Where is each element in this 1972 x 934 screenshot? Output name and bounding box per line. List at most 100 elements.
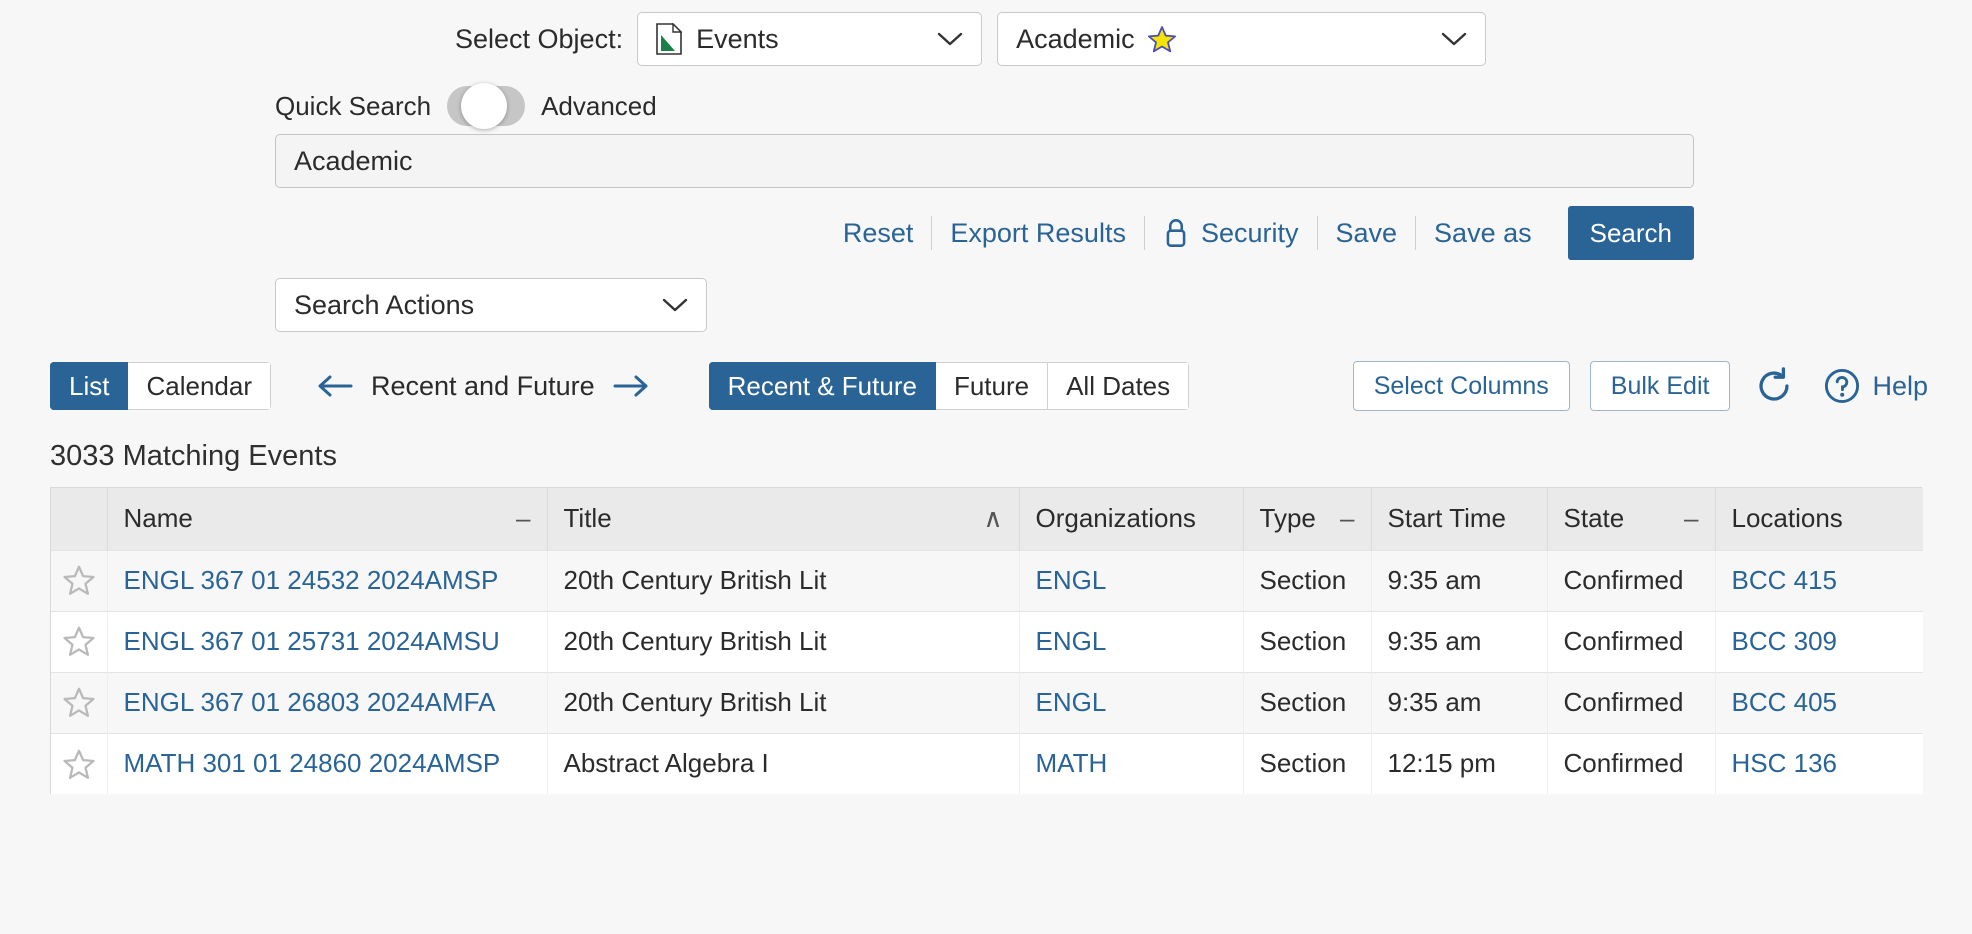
cell-star[interactable] — [51, 550, 107, 611]
refresh-icon[interactable] — [1754, 366, 1794, 406]
select-object-label: Select Object: — [455, 24, 623, 55]
col-label-title: Title — [564, 503, 612, 534]
search-input[interactable] — [275, 134, 1694, 188]
export-results-link[interactable]: Export Results — [932, 218, 1144, 249]
cell-locations: BCC 405 — [1715, 672, 1923, 733]
toolbar-right-tools: Select Columns Bulk Edit Help — [1333, 361, 1972, 411]
chevron-down-icon — [1441, 31, 1467, 47]
save-as-link[interactable]: Save as — [1416, 218, 1550, 249]
col-header-organizations[interactable]: Organizations — [1019, 488, 1243, 550]
event-name-link[interactable]: ENGL 367 01 26803 2024AMFA — [124, 687, 496, 717]
results-count: 3033 Matching Events — [0, 440, 1972, 473]
date-range-label: Recent and Future — [371, 371, 595, 402]
star-favorite-icon — [1147, 25, 1177, 54]
document-icon — [656, 23, 682, 55]
cell-star[interactable] — [51, 611, 107, 672]
event-name-link[interactable]: ENGL 367 01 25731 2024AMSU — [124, 626, 500, 656]
organization-link[interactable]: ENGL — [1036, 626, 1107, 656]
search-button[interactable]: Search — [1568, 206, 1694, 260]
security-label: Security — [1201, 218, 1299, 249]
organization-link[interactable]: ENGL — [1036, 687, 1107, 717]
search-actions-label: Search Actions — [294, 290, 662, 321]
search-actions-dropdown[interactable]: Search Actions — [275, 278, 707, 332]
cell-star[interactable] — [51, 672, 107, 733]
col-header-name[interactable]: Name – — [107, 488, 547, 550]
favorite-star-icon[interactable] — [62, 686, 96, 719]
col-label-organizations: Organizations — [1036, 503, 1196, 534]
chevron-down-icon — [937, 31, 963, 47]
save-link[interactable]: Save — [1318, 218, 1416, 249]
view-mode-list[interactable]: List — [50, 362, 128, 410]
results-table-wrap: Name – Title ∧ Organizations — [50, 487, 1922, 794]
view-mode-calendar[interactable]: Calendar — [128, 362, 271, 410]
favorite-star-icon[interactable] — [62, 748, 96, 781]
quick-search-label: Quick Search — [275, 91, 431, 122]
bulk-edit-button[interactable]: Bulk Edit — [1590, 361, 1731, 411]
search-actions-dropdown-row: Search Actions — [0, 278, 1972, 332]
advanced-search-label: Advanced — [541, 91, 657, 122]
help-label: Help — [1872, 371, 1928, 402]
col-header-locations[interactable]: Locations — [1715, 488, 1923, 550]
date-filter-recent-future[interactable]: Recent & Future — [709, 362, 936, 410]
date-filter-group: Recent & Future Future All Dates — [709, 362, 1190, 410]
advanced-search-toggle[interactable] — [447, 86, 525, 126]
reset-link[interactable]: Reset — [825, 218, 932, 249]
cell-type: Section — [1243, 611, 1371, 672]
cell-type: Section — [1243, 672, 1371, 733]
cell-type: Section — [1243, 733, 1371, 794]
cell-star[interactable] — [51, 733, 107, 794]
saved-search-dropdown[interactable]: Academic — [997, 12, 1486, 66]
arrow-left-icon[interactable] — [315, 372, 355, 400]
event-name-link[interactable]: MATH 301 01 24860 2024AMSP — [124, 748, 501, 778]
results-table: Name – Title ∧ Organizations — [51, 488, 1923, 794]
arrow-right-icon[interactable] — [611, 372, 651, 400]
event-name-link[interactable]: ENGL 367 01 24532 2024AMSP — [124, 565, 499, 595]
question-circle-icon — [1824, 368, 1860, 404]
col-label-name: Name — [124, 503, 193, 534]
results-toolbar: List Calendar Recent and Future Recent &… — [0, 358, 1972, 414]
results-table-body: ENGL 367 01 24532 2024AMSP 20th Century B… — [51, 550, 1923, 794]
search-field-wrap — [0, 134, 1972, 188]
cell-state: Confirmed — [1547, 611, 1715, 672]
lock-icon — [1163, 218, 1189, 248]
organization-link[interactable]: ENGL — [1036, 565, 1107, 595]
select-columns-button[interactable]: Select Columns — [1353, 361, 1570, 411]
view-mode-group: List Calendar — [50, 362, 271, 410]
cell-title: 20th Century British Lit — [547, 672, 1019, 733]
cell-locations: BCC 309 — [1715, 611, 1923, 672]
sort-indicator-title: ∧ — [983, 503, 1002, 534]
cell-title: 20th Century British Lit — [547, 550, 1019, 611]
location-link[interactable]: BCC 415 — [1732, 565, 1838, 595]
object-type-value: Events — [696, 24, 779, 55]
sort-indicator-state: – — [1684, 503, 1698, 534]
cell-name: MATH 301 01 24860 2024AMSP — [107, 733, 547, 794]
date-filter-all-dates[interactable]: All Dates — [1048, 362, 1189, 410]
col-header-state[interactable]: State – — [1547, 488, 1715, 550]
favorite-star-icon[interactable] — [62, 625, 96, 658]
help-button[interactable]: Help — [1824, 368, 1928, 404]
sort-indicator-type: – — [1340, 503, 1354, 534]
location-link[interactable]: BCC 405 — [1732, 687, 1838, 717]
col-header-type[interactable]: Type – — [1243, 488, 1371, 550]
col-header-start-time[interactable]: Start Time — [1371, 488, 1547, 550]
date-filter-future[interactable]: Future — [936, 362, 1048, 410]
favorite-star-icon[interactable] — [62, 564, 96, 597]
location-link[interactable]: BCC 309 — [1732, 626, 1838, 656]
col-label-start-time: Start Time — [1388, 503, 1506, 534]
col-label-type: Type — [1260, 503, 1316, 534]
cell-title: Abstract Algebra I — [547, 733, 1019, 794]
security-link[interactable]: Security — [1145, 218, 1317, 249]
col-header-title[interactable]: Title ∧ — [547, 488, 1019, 550]
col-header-star — [51, 488, 107, 550]
cell-start-time: 9:35 am — [1371, 550, 1547, 611]
cell-name: ENGL 367 01 24532 2024AMSP — [107, 550, 547, 611]
table-row: MATH 301 01 24860 2024AMSP Abstract Algeb… — [51, 733, 1923, 794]
col-label-locations: Locations — [1732, 503, 1843, 534]
cell-name: ENGL 367 01 25731 2024AMSU — [107, 611, 547, 672]
cell-title: 20th Century British Lit — [547, 611, 1019, 672]
location-link[interactable]: HSC 136 — [1732, 748, 1838, 778]
object-type-dropdown[interactable]: Events — [637, 12, 982, 66]
col-label-state: State — [1564, 503, 1625, 534]
organization-link[interactable]: MATH — [1036, 748, 1108, 778]
cell-start-time: 9:35 am — [1371, 672, 1547, 733]
